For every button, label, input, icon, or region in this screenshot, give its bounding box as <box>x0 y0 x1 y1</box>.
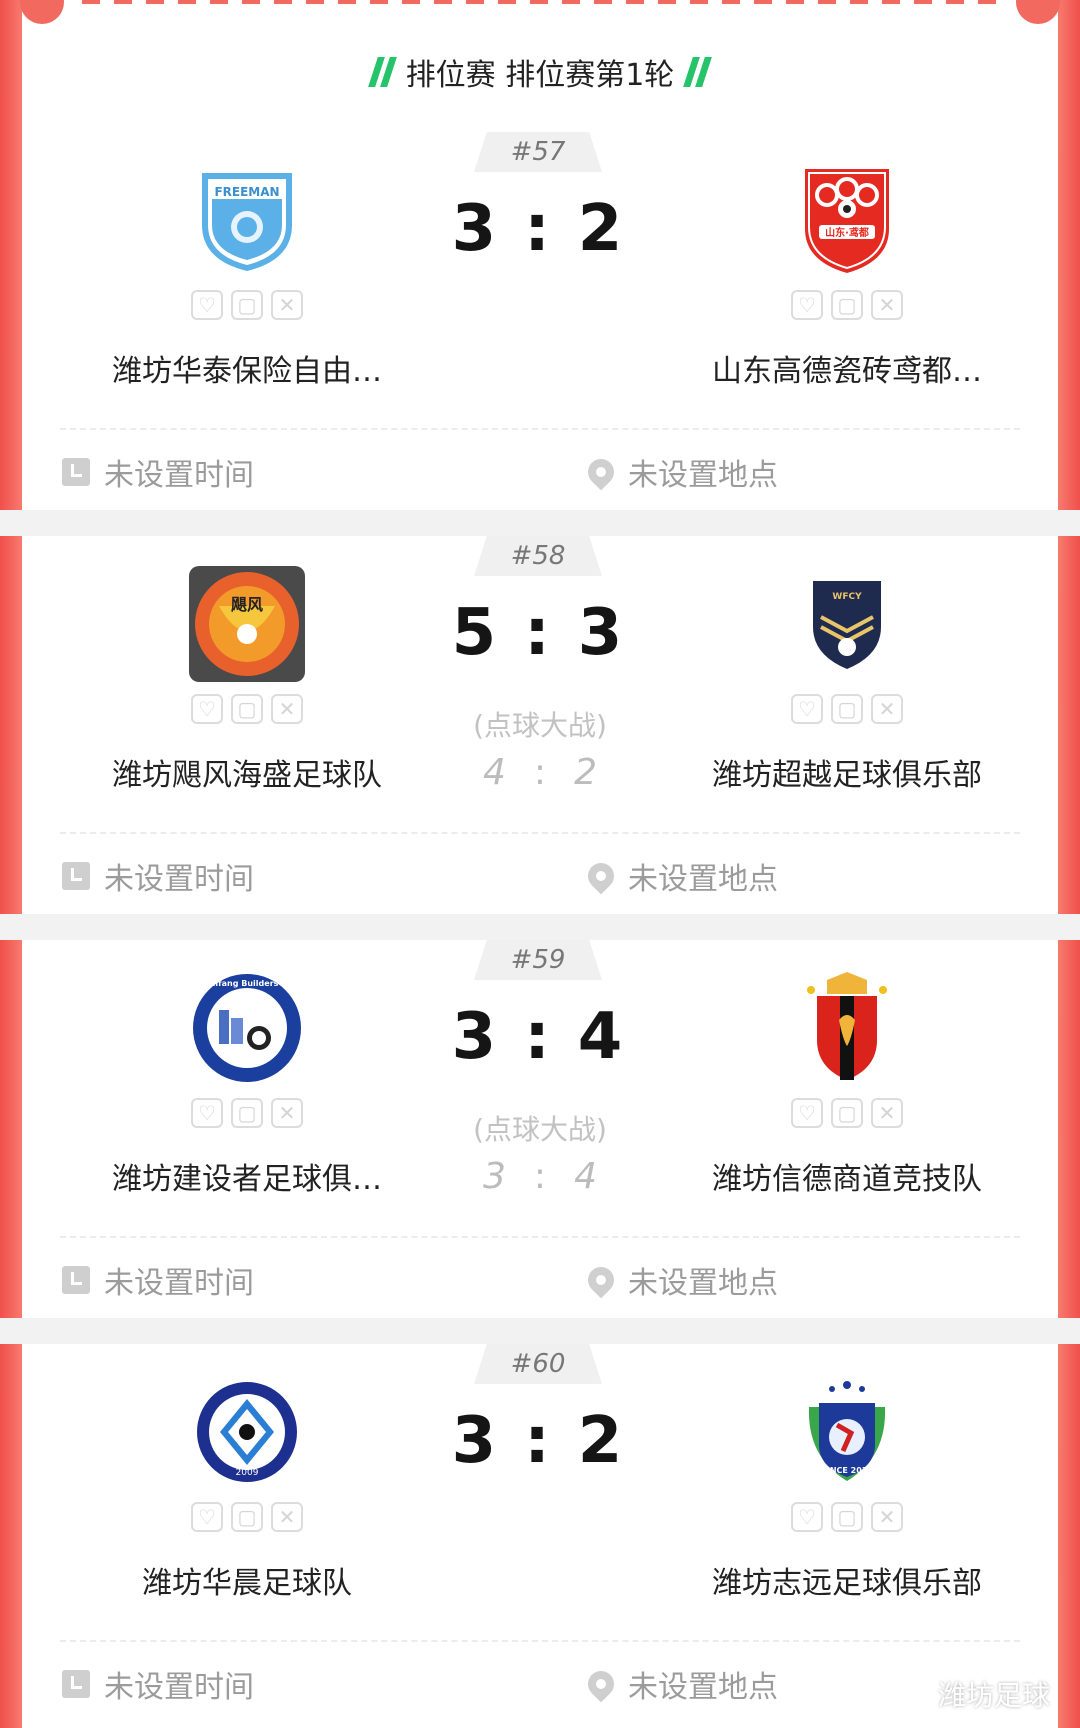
round-title: 排位赛 排位赛第1轮 <box>22 50 1058 94</box>
away-score: 2 <box>577 1404 629 1478</box>
team-name: 潍坊华泰保险自由… <box>112 354 382 389</box>
away-team[interactable]: WFCY ♡ ▢ ✕ 潍坊超越足球俱乐部 <box>682 566 1012 794</box>
top-dashed-border <box>82 0 998 4</box>
match-card[interactable]: #57 FREEMAN ♡ ▢ ✕ 潍坊华泰保险自由… 3:2 山东·鸢都 ♡ … <box>22 132 1058 532</box>
team-logo <box>789 970 905 1086</box>
team-name: 潍坊志远足球俱乐部 <box>712 1566 982 1601</box>
location-pin-icon <box>582 857 620 895</box>
home-score: 5 <box>451 596 503 670</box>
home-team[interactable]: 飓风 ♡ ▢ ✕ 潍坊飓风海盛足球队 <box>82 566 412 794</box>
reaction-icons[interactable]: ♡ ▢ ✕ <box>682 694 1012 728</box>
home-score: 3 <box>451 192 503 266</box>
divider <box>60 1640 1020 1642</box>
logo-text: 2009 <box>236 1468 259 1478</box>
score: 3:2 <box>451 1404 629 1478</box>
home-score: 3 <box>451 1000 503 1074</box>
match-time: 未设置时间 <box>62 1258 254 1302</box>
reaction-icons[interactable]: ♡ ▢ ✕ <box>682 1502 1012 1536</box>
team-logo: 山东·鸢都 <box>789 162 905 278</box>
match-card[interactable]: #59 Weifang Builders FC ♡ ▢ ✕ 潍坊建设者足球俱… 3:… <box>0 914 1080 1340</box>
logo-text: 飓风 <box>231 595 263 614</box>
wechat-watermark: 潍坊足球 <box>889 1674 1050 1714</box>
home-team[interactable]: 2009 ♡ ▢ ✕ 潍坊华晨足球队 <box>82 1374 412 1602</box>
penalty-score: 3:4 <box>483 1156 597 1197</box>
penalty-label: (点球大战) <box>473 1113 607 1146</box>
score: 3:4 <box>451 1000 629 1074</box>
wechat-icon <box>889 1679 930 1711</box>
divider <box>60 428 1020 430</box>
logo-text: WFCY <box>832 592 862 602</box>
match-card[interactable]: #60 2009 ♡ ▢ ✕ 潍坊华晨足球队 3:2 SINCE 2016 ♡ … <box>0 1318 1080 1728</box>
match-number: #57 <box>474 132 602 172</box>
match-place: 未设置地点 <box>582 450 778 494</box>
home-score: 3 <box>451 1404 503 1478</box>
score: 3:2 <box>451 192 629 266</box>
location-pin-icon <box>582 1665 620 1703</box>
away-team[interactable]: ♡ ▢ ✕ 潍坊信德商道竞技队 <box>682 970 1012 1198</box>
away-score: 2 <box>577 192 629 266</box>
divider <box>60 1236 1020 1238</box>
team-name: 山东高德瓷砖鸢都… <box>712 354 982 389</box>
clock-icon <box>62 1670 90 1698</box>
schedule-card: 排位赛 排位赛第1轮 #57 FREEMAN ♡ ▢ ✕ 潍坊华泰保险自由… 3:2 <box>0 0 1080 1728</box>
team-name: 潍坊建设者足球俱… <box>112 1162 382 1197</box>
match-number: #58 <box>474 536 602 576</box>
match-number: #60 <box>474 1344 602 1384</box>
home-team[interactable]: FREEMAN ♡ ▢ ✕ 潍坊华泰保险自由… <box>82 162 412 390</box>
slash-decoration-icon <box>683 57 713 87</box>
team-name: 潍坊信德商道竞技队 <box>712 1162 982 1197</box>
away-team[interactable]: 山东·鸢都 ♡ ▢ ✕ 山东高德瓷砖鸢都… <box>682 162 1012 390</box>
team-name: 潍坊华晨足球队 <box>142 1566 352 1601</box>
location-pin-icon <box>582 453 620 491</box>
ticket-notch-left <box>20 0 64 24</box>
match-time: 未设置时间 <box>62 450 254 494</box>
logo-text: SINCE 2016 <box>821 1466 873 1475</box>
score: 5:3 <box>451 596 629 670</box>
location-pin-icon <box>582 1261 620 1299</box>
reaction-icons[interactable]: ♡ ▢ ✕ <box>82 1098 412 1132</box>
reaction-icons[interactable]: ♡ ▢ ✕ <box>82 694 412 728</box>
team-logo: WFCY <box>789 566 905 682</box>
match-place: 未设置地点 <box>582 1662 778 1706</box>
penalty-score: 4:2 <box>483 752 597 793</box>
team-logo: FREEMAN <box>189 162 305 278</box>
penalty-label: (点球大战) <box>473 709 607 742</box>
team-logo: SINCE 2016 <box>789 1374 905 1490</box>
match-time: 未设置时间 <box>62 1662 254 1706</box>
ticket-notch-right <box>1016 0 1060 24</box>
logo-text: Weifang Builders FC <box>201 979 292 988</box>
logo-text: FREEMAN <box>214 185 279 199</box>
divider <box>60 832 1020 834</box>
slash-decoration-icon <box>367 57 397 87</box>
match-card[interactable]: #58 飓风 ♡ ▢ ✕ 潍坊飓风海盛足球队 5:3 (点球大战) 4:2 WF… <box>0 510 1080 936</box>
away-team[interactable]: SINCE 2016 ♡ ▢ ✕ 潍坊志远足球俱乐部 <box>682 1374 1012 1602</box>
reaction-icons[interactable]: ♡ ▢ ✕ <box>82 1502 412 1536</box>
team-logo: 飓风 <box>189 566 305 682</box>
reaction-icons[interactable]: ♡ ▢ ✕ <box>82 290 412 324</box>
clock-icon <box>62 1266 90 1294</box>
clock-icon <box>62 458 90 486</box>
team-logo: 2009 <box>189 1374 305 1490</box>
team-name: 潍坊超越足球俱乐部 <box>712 758 982 793</box>
reaction-icons[interactable]: ♡ ▢ ✕ <box>682 290 1012 324</box>
away-score: 3 <box>577 596 629 670</box>
team-name: 潍坊飓风海盛足球队 <box>112 758 382 793</box>
match-place: 未设置地点 <box>582 854 778 898</box>
round-title-text: 排位赛 排位赛第1轮 <box>405 58 675 93</box>
reaction-icons[interactable]: ♡ ▢ ✕ <box>682 1098 1012 1132</box>
home-team[interactable]: Weifang Builders FC ♡ ▢ ✕ 潍坊建设者足球俱… <box>82 970 412 1198</box>
clock-icon <box>62 862 90 890</box>
away-score: 4 <box>577 1000 629 1074</box>
match-time: 未设置时间 <box>62 854 254 898</box>
match-place: 未设置地点 <box>582 1258 778 1302</box>
match-number: #59 <box>474 940 602 980</box>
logo-text: 山东·鸢都 <box>825 226 869 239</box>
team-logo: Weifang Builders FC <box>189 970 305 1086</box>
